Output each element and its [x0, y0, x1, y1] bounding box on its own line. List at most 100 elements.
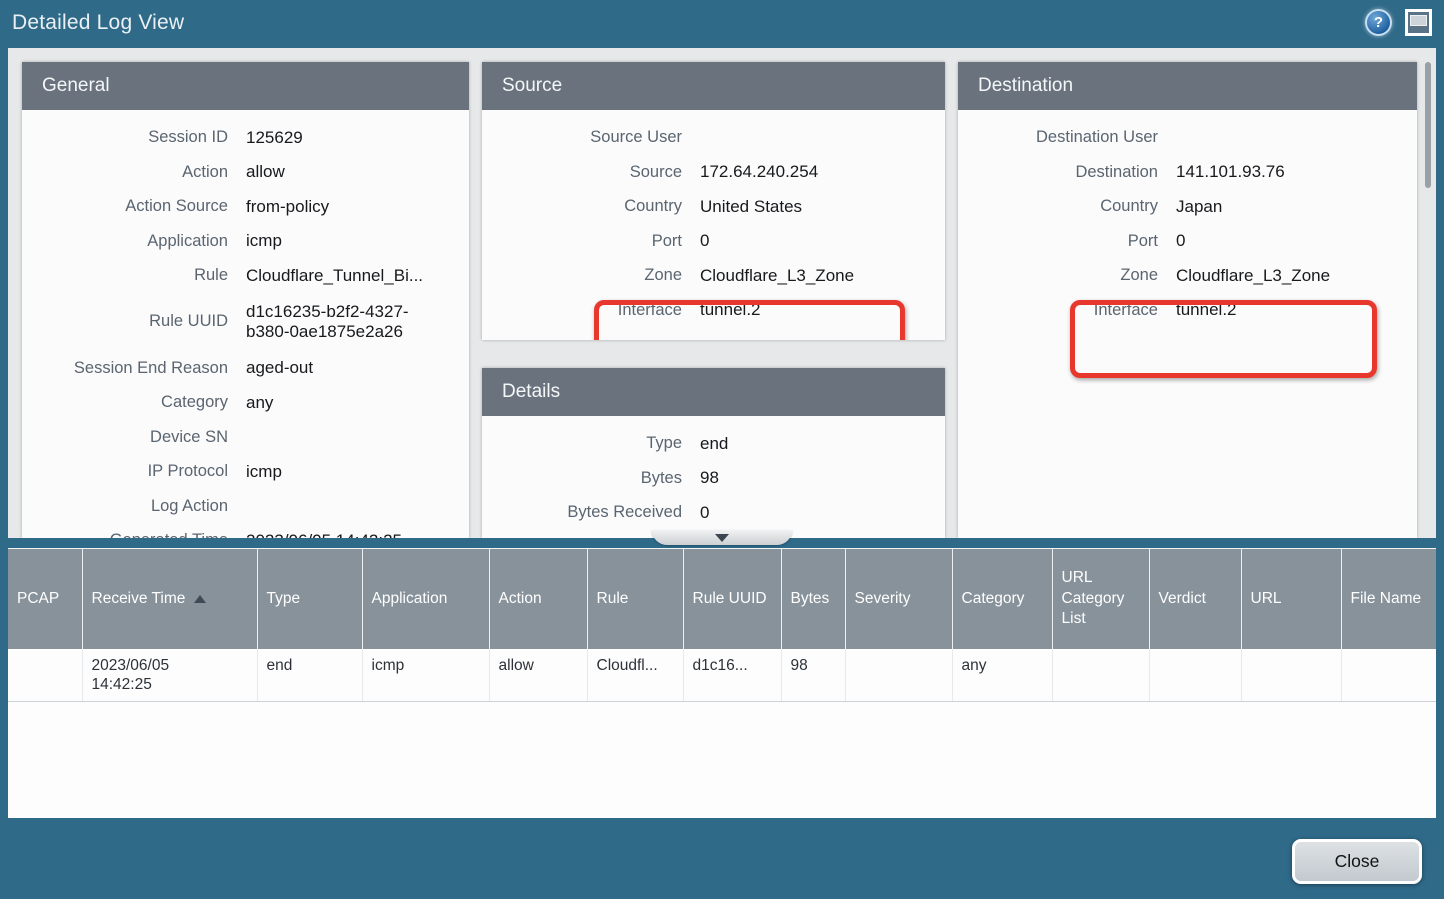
column-header-url[interactable]: URL — [1241, 549, 1341, 649]
column-label: Receive Time — [92, 590, 186, 607]
field-value: allow — [246, 162, 469, 181]
field-label: IP Protocol — [22, 462, 228, 480]
column-header-bytes[interactable]: Bytes — [781, 549, 845, 649]
field-label: Country — [958, 197, 1158, 215]
field-row-country: Country Japan — [958, 189, 1417, 224]
column-header-severity[interactable]: Severity — [845, 549, 952, 649]
column-header-rule[interactable]: Rule — [587, 549, 683, 649]
field-row-zone: Zone Cloudflare_L3_Zone — [482, 258, 945, 293]
field-label: Zone — [482, 266, 682, 284]
chevron-down-icon — [715, 534, 729, 542]
field-row-generated-time: Generated Time 2023/06/05 14:42:25 — [22, 523, 469, 538]
field-value: Japan — [1176, 197, 1417, 216]
field-value: United States — [700, 197, 945, 216]
cell-bytes: 98 — [781, 649, 845, 701]
field-value: 172.64.240.254 — [700, 162, 945, 181]
field-value: aged-out — [246, 358, 469, 377]
panel-destination: Destination Destination User Destination… — [958, 62, 1417, 538]
field-value: icmp — [246, 231, 469, 250]
log-table-row[interactable]: 2023/06/05 14:42:25 end icmp allow Cloud… — [8, 649, 1436, 701]
field-row-port: Port 0 — [958, 224, 1417, 259]
column-label: URL Category List — [1062, 569, 1125, 628]
column-header-url-category-list[interactable]: URL Category List — [1052, 549, 1149, 649]
panel-general-body: Session ID 125629 Action allow Action So… — [22, 110, 469, 538]
column-label: Bytes — [791, 590, 830, 607]
field-row-application: Application icmp — [22, 224, 469, 259]
field-label: Type — [482, 434, 682, 452]
field-row-bytes-received: Bytes Received 0 — [482, 495, 945, 530]
sort-ascending-icon — [194, 595, 206, 603]
panel-details: Details Type end Bytes 98 Bytes Received… — [482, 368, 945, 538]
column-label: Rule — [597, 590, 629, 607]
cell-type: end — [257, 649, 362, 701]
column-header-rule-uuid[interactable]: Rule UUID — [683, 549, 781, 649]
field-row-bytes: Bytes 98 — [482, 461, 945, 496]
field-label: Rule UUID — [22, 312, 228, 330]
column-label: Rule UUID — [693, 590, 767, 607]
page-title: Detailed Log View — [12, 11, 184, 35]
field-row-session-id: Session ID 125629 — [22, 120, 469, 155]
field-row-log-action: Log Action — [22, 489, 469, 524]
field-value: Cloudflare_L3_Zone — [700, 266, 945, 285]
column-label: Verdict — [1159, 590, 1206, 607]
field-label: Interface — [482, 301, 682, 319]
field-value: 98 — [700, 468, 945, 487]
window-restore-icon[interactable] — [1405, 9, 1432, 36]
cell-pcap — [8, 649, 82, 701]
field-row-session-end-reason: Session End Reason aged-out — [22, 351, 469, 386]
column-header-pcap[interactable]: PCAP — [8, 549, 82, 649]
field-row-category: Category any — [22, 385, 469, 420]
field-label: Action — [22, 163, 228, 181]
column-header-category[interactable]: Category — [952, 549, 1052, 649]
field-value: Cloudflare_L3_Zone — [1176, 266, 1417, 285]
field-value: 141.101.93.76 — [1176, 162, 1417, 181]
field-label: Action Source — [22, 197, 228, 215]
cell-rule-uuid: d1c16... — [683, 649, 781, 701]
column-header-application[interactable]: Application — [362, 549, 489, 649]
column-header-file-name[interactable]: File Name — [1341, 549, 1436, 649]
field-label: Application — [22, 232, 228, 250]
column-label: URL — [1251, 590, 1282, 607]
field-value: 0 — [700, 231, 945, 250]
column-label: Action — [499, 590, 542, 607]
field-value: 2023/06/05 14:42:25 — [246, 531, 469, 538]
panel-general-header: General — [22, 62, 469, 110]
cell-file-name — [1341, 649, 1436, 701]
cell-verdict — [1149, 649, 1241, 701]
titlebar: Detailed Log View ? — [0, 0, 1444, 45]
column-label: Category — [962, 590, 1025, 607]
column-label: Application — [372, 590, 448, 607]
cell-severity — [845, 649, 952, 701]
panel-source-body: Source User Source 172.64.240.254 Countr… — [482, 110, 945, 327]
column-header-receive-time[interactable]: Receive Time — [82, 549, 257, 649]
column-header-verdict[interactable]: Verdict — [1149, 549, 1241, 649]
field-label: Port — [958, 232, 1158, 250]
field-row-type: Type end — [482, 426, 945, 461]
table-header-row: PCAP Receive Time Type Application Actio… — [8, 549, 1436, 649]
field-row-rule-uuid: Rule UUID d1c16235-b2f2-4327-b380-0ae187… — [22, 293, 469, 351]
field-label: Bytes Received — [482, 503, 682, 521]
vertical-scrollbar-thumb[interactable] — [1425, 62, 1431, 188]
field-row-port: Port 0 — [482, 224, 945, 259]
field-label: Session End Reason — [22, 359, 228, 377]
panel-source-header: Source — [482, 62, 945, 110]
field-label: Log Action — [22, 497, 228, 515]
cell-application: icmp — [362, 649, 489, 701]
column-label: File Name — [1351, 590, 1422, 607]
field-label: Bytes — [482, 469, 682, 487]
help-icon[interactable]: ? — [1365, 9, 1392, 36]
field-row-destination-user: Destination User — [958, 120, 1417, 155]
field-label: Device SN — [22, 428, 228, 446]
panel-collapse-grip[interactable] — [652, 530, 792, 545]
panel-destination-body: Destination User Destination 141.101.93.… — [958, 110, 1417, 327]
field-value: 0 — [700, 503, 945, 522]
field-label: Country — [482, 197, 682, 215]
cell-rule: Cloudfl... — [587, 649, 683, 701]
field-row-device-sn: Device SN — [22, 420, 469, 455]
panel-general: General Session ID 125629 Action allow A… — [22, 62, 469, 538]
field-value: end — [700, 434, 945, 453]
close-button[interactable]: Close — [1292, 839, 1422, 884]
column-header-action[interactable]: Action — [489, 549, 587, 649]
field-value: Cloudflare_Tunnel_Bi... — [246, 266, 469, 285]
column-header-type[interactable]: Type — [257, 549, 362, 649]
